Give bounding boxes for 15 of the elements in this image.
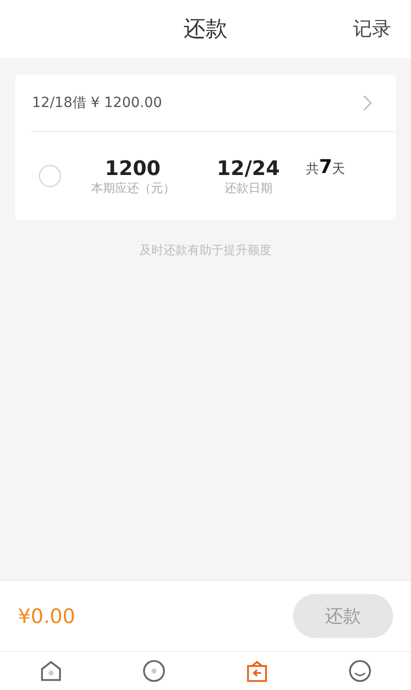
smile-icon [348,659,372,683]
amount-due: 1200 [104,156,161,180]
page-title: 还款 [184,16,228,44]
loan-summary: 12/18借 ¥ 1200.00 [32,94,162,112]
home-icon [39,659,64,683]
coin-icon [142,659,166,683]
record-link[interactable]: 记录 [353,16,391,42]
due-date: 12/24 [216,156,280,180]
amount-label: 本期应还（元） [90,180,175,196]
loan-duration: 共7天 [306,156,346,178]
date-label: 还款日期 [224,180,272,196]
hint-text: 及时还款有助于提升额度 [140,242,272,259]
total-amount: ¥0.00 [18,604,76,628]
radio-button[interactable] [39,165,61,187]
return-box-icon [244,659,269,683]
